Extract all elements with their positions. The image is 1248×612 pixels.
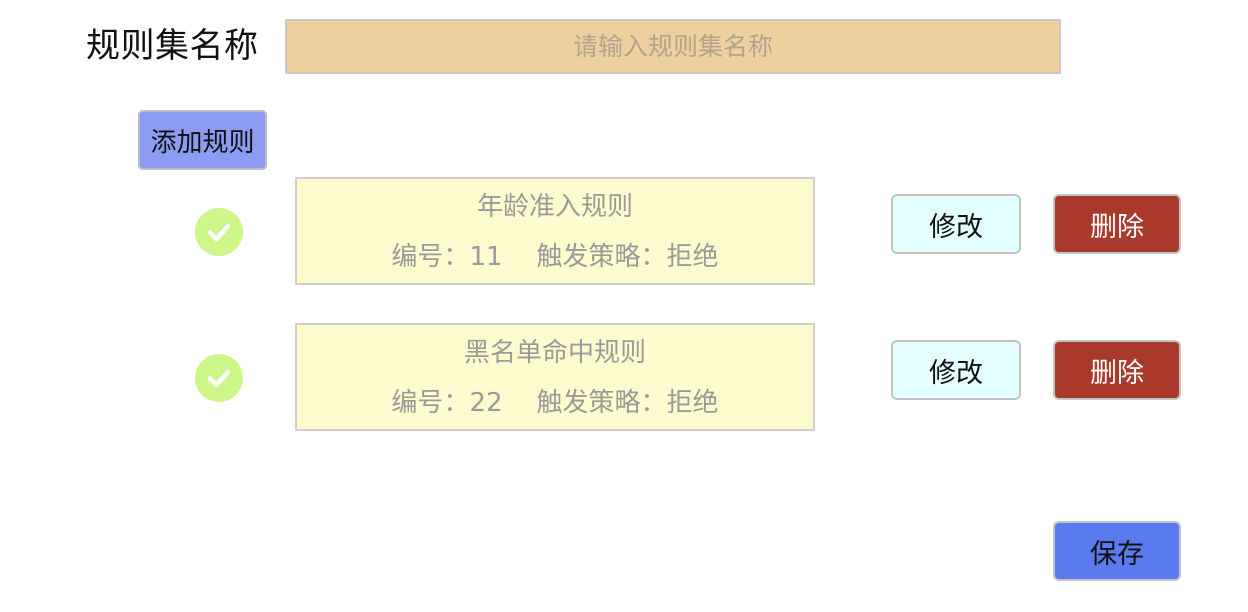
- rule-strategy-label: 触发策略：: [536, 242, 667, 272]
- rule-id-value: 22: [469, 388, 503, 418]
- rule-strategy-value: 拒绝: [666, 388, 719, 418]
- ruleset-name-label: 规则集名称: [86, 26, 259, 66]
- rule-id-value: 11: [469, 242, 503, 272]
- rule-meta: 编号：11 触发策略：拒绝: [297, 239, 813, 275]
- ruleset-name-input[interactable]: [285, 19, 1061, 74]
- rule-row: 年龄准入规则 编号：11 触发策略：拒绝 修改 删除: [0, 177, 1248, 285]
- check-circle-icon: [195, 354, 243, 402]
- delete-rule-button[interactable]: 删除: [1053, 194, 1181, 254]
- rule-id-label: 编号：: [391, 242, 470, 272]
- edit-rule-button[interactable]: 修改: [891, 194, 1021, 254]
- add-rule-button[interactable]: 添加规则: [138, 110, 267, 170]
- rule-card[interactable]: 黑名单命中规则 编号：22 触发策略：拒绝: [295, 323, 815, 431]
- rule-row: 黑名单命中规则 编号：22 触发策略：拒绝 修改 删除: [0, 323, 1248, 431]
- edit-rule-button[interactable]: 修改: [891, 340, 1021, 400]
- rule-strategy-label: 触发策略：: [536, 388, 667, 418]
- rule-id-label: 编号：: [391, 388, 470, 418]
- rule-name: 黑名单命中规则: [463, 338, 646, 368]
- rule-meta: 编号：22 触发策略：拒绝: [297, 385, 813, 421]
- rule-card[interactable]: 年龄准入规则 编号：11 触发策略：拒绝: [295, 177, 815, 285]
- check-circle-icon: [195, 208, 243, 256]
- rule-name: 年龄准入规则: [476, 192, 633, 222]
- save-button[interactable]: 保存: [1053, 521, 1181, 581]
- delete-rule-button[interactable]: 删除: [1053, 340, 1181, 400]
- rule-strategy-value: 拒绝: [666, 242, 719, 272]
